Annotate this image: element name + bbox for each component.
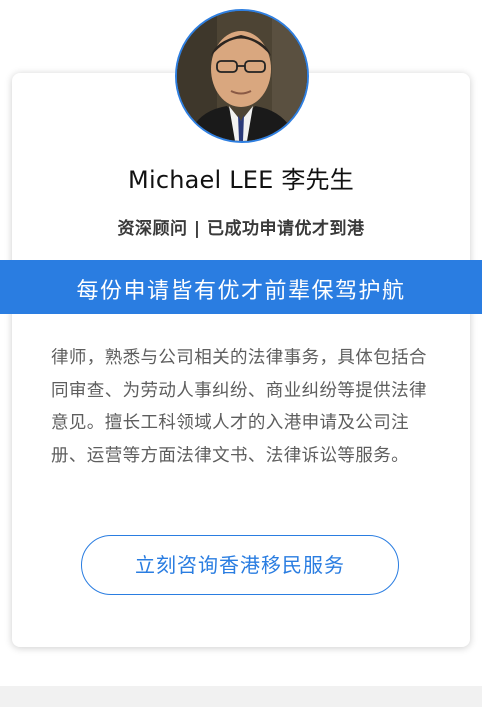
consult-button[interactable]: 立刻咨询香港移民服务	[81, 535, 399, 595]
person-portrait-icon	[177, 11, 307, 141]
advisor-avatar	[175, 9, 309, 143]
advisor-subtitle: 资深顾问 | 已成功申请优才到港	[117, 219, 365, 239]
page-bottom-divider	[0, 686, 482, 707]
advisor-name: Michael LEE 李先生	[128, 166, 354, 194]
banner-text: 每份申请皆有优才前辈保驾护航	[76, 279, 406, 304]
promo-banner: 每份申请皆有优才前辈保驾护航	[0, 260, 482, 314]
advisor-description: 律师，熟悉与公司相关的法律事务，具体包括合同审查、为劳动人事纠纷、商业纠纷等提供…	[51, 348, 427, 466]
